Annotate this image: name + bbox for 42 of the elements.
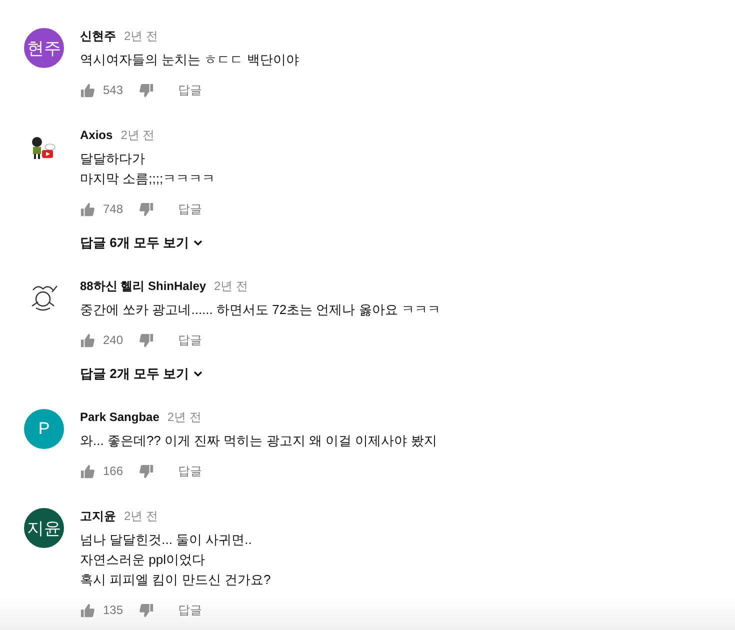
avatar[interactable]: 현주: [24, 28, 64, 68]
thumbs-down-icon[interactable]: [139, 202, 154, 216]
like-count: 135: [103, 603, 124, 617]
comment-text: 중간에 쏘카 광고네...... 하면서도 72초는 언제나 옳아요 ㅋㅋㅋ: [80, 301, 440, 319]
author-name[interactable]: Axios: [80, 128, 113, 142]
thumbs-up-icon[interactable]: [80, 202, 95, 216]
comment-time[interactable]: 2년 전: [120, 126, 155, 144]
like-count: 166: [103, 464, 124, 478]
comment-text: 달달하다가 마지막 소름;;;;ㅋㅋㅋㅋ: [80, 150, 216, 188]
chevron-down-icon: [193, 369, 204, 379]
reply-button[interactable]: 답글: [170, 598, 210, 622]
comment-text: 넘나 달달힌것... 둘이 사귀면.. 자연스러운 ppl이었다 혹시 피피엘 킴이 만드신 건가요?: [80, 531, 271, 589]
reply-button[interactable]: 답글: [170, 78, 210, 102]
like-count: 543: [103, 83, 124, 97]
comment-text: 역시여자들의 눈치는 ㅎㄷㄷ 백단이야: [80, 51, 299, 69]
avatar[interactable]: 지윤: [24, 508, 64, 548]
thumbs-down-icon[interactable]: [139, 464, 154, 478]
comment-time[interactable]: 2년 전: [124, 28, 158, 44]
view-replies-link[interactable]: 답글 2개 모두 보기: [80, 361, 204, 387]
thumbs-down-icon[interactable]: [139, 82, 154, 98]
like-count: 240: [103, 333, 124, 347]
avatar[interactable]: P: [24, 409, 64, 449]
view-replies-link[interactable]: 답글 6개 모두 보기: [80, 230, 204, 256]
like-count: 748: [103, 202, 124, 216]
chevron-down-icon: [193, 238, 204, 248]
author-name[interactable]: 고지윤: [80, 508, 116, 524]
author-name[interactable]: 신현주: [80, 28, 116, 44]
comment-text: 와... 좋은데?? 이게 진짜 먹히는 광고지 왜 이걸 이제사야 봤지: [80, 432, 437, 450]
reply-button[interactable]: 답글: [170, 328, 210, 352]
thumbs-up-icon[interactable]: [80, 464, 95, 478]
thumbs-up-icon[interactable]: [80, 332, 95, 348]
comment-time[interactable]: 2년 전: [214, 278, 248, 294]
thumbs-down-icon[interactable]: [139, 332, 154, 348]
thumbs-down-icon[interactable]: [139, 602, 154, 618]
thumbs-up-icon[interactable]: [80, 82, 95, 98]
comment-time[interactable]: 2년 전: [124, 508, 158, 524]
thumbs-up-icon[interactable]: [80, 602, 95, 618]
reply-button[interactable]: 답글: [170, 196, 210, 222]
author-name[interactable]: 88하신 헬리 ShinHaley: [80, 278, 206, 294]
reply-button[interactable]: 답글: [170, 458, 210, 484]
author-name[interactable]: Park Sangbae: [80, 410, 160, 424]
comment-time[interactable]: 2년 전: [167, 408, 202, 426]
